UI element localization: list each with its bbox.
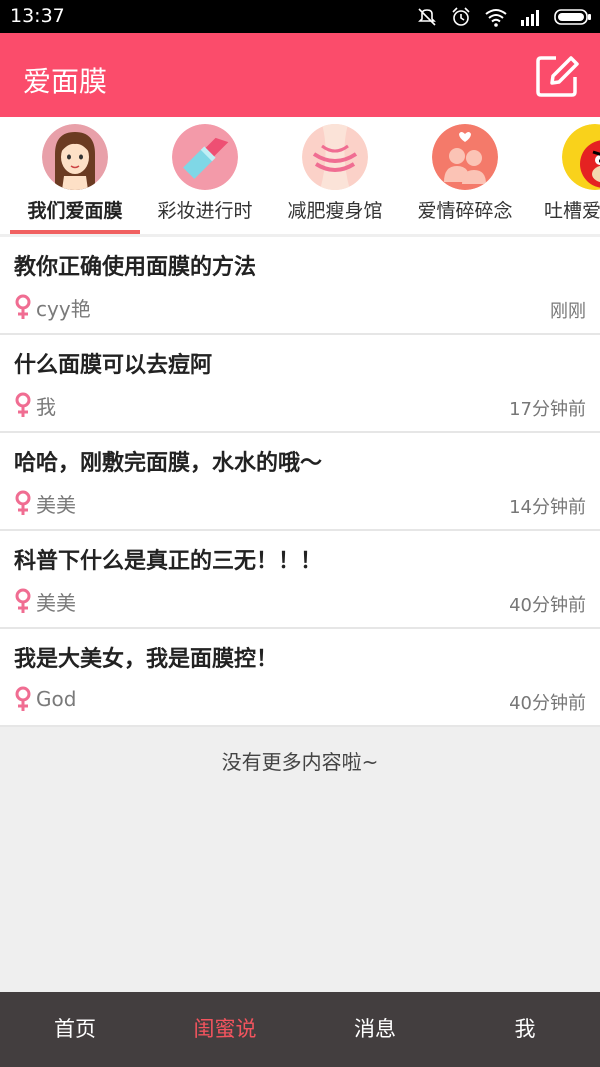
tab-makeup[interactable]: 彩妆进行时 [140,117,270,234]
female-icon [15,490,31,515]
status-bar: 13:37 [0,0,600,33]
author-name: 美美 [36,492,76,517]
list-item[interactable]: 什么面膜可以去痘阿 我 17分钟前 [0,335,600,433]
post-time: 40分钟前 [509,595,586,616]
battery-icon [554,9,591,25]
post-title: 哈哈，刚敷完面膜，水水的哦～ [14,451,323,476]
status-time: 13:37 [10,5,65,27]
post-author: cyy艳 [14,294,91,321]
female-icon [15,294,31,319]
active-tab-indicator [10,230,140,234]
couple-icon [432,124,498,190]
status-icons [416,5,592,29]
female-icon [15,588,31,613]
mute-icon [418,8,436,26]
tab-label: 爱情碎碎念 [417,200,513,222]
post-time: 14分钟前 [509,497,586,518]
app-bar: 爱面膜 [0,33,600,117]
list-item[interactable]: 科普下什么是真正的三无！！！ 美美 40分钟前 [0,531,600,629]
post-author: 美美 [14,490,76,517]
tab-label: 彩妆进行时 [157,200,253,222]
author-name: 美美 [36,590,76,615]
waist-measure-icon [302,124,368,190]
nav-home[interactable]: 首页 [0,992,150,1067]
compose-icon[interactable] [534,53,580,99]
tab-label: 减肥瘦身馆 [287,200,383,222]
tab-love[interactable]: 爱情碎碎念 [400,117,530,234]
wifi-icon [485,9,507,27]
end-of-list-message: 没有更多内容啦~ [221,750,379,774]
angry-bird-icon [562,124,600,190]
signal-icon [521,10,539,26]
nav-me[interactable]: 我 [450,992,600,1067]
post-author: 美美 [14,588,76,615]
alarm-icon [452,7,470,26]
post-title: 教你正确使用面膜的方法 [14,255,257,280]
author-name: God [36,687,77,711]
post-title: 我是大美女，我是面膜控！ [14,647,279,672]
tab-masks[interactable]: 我们爱面膜 [10,117,140,234]
category-tabs: 我们爱面膜 彩妆进行时 减肥瘦身馆 爱情碎碎念 吐槽爱 [0,117,600,234]
tab-label: 我们爱面膜 [27,200,123,222]
author-name: 我 [36,394,56,419]
post-time: 17分钟前 [509,399,586,420]
female-icon [15,392,31,417]
author-name: cyy艳 [36,296,91,321]
post-title: 科普下什么是真正的三无！！！ [14,549,323,574]
nav-bestie-talk[interactable]: 闺蜜说 [150,992,300,1067]
post-list: 教你正确使用面膜的方法 cyy艳 刚刚 什么面膜可以去痘阿 我 17分钟前 哈哈… [0,237,600,727]
list-item[interactable]: 教你正确使用面膜的方法 cyy艳 刚刚 [0,237,600,335]
nav-messages[interactable]: 消息 [300,992,450,1067]
girl-avatar-icon [42,124,108,190]
post-author: God [14,686,76,712]
bottom-nav: 首页 闺蜜说 消息 我 [0,992,600,1067]
post-time: 刚刚 [550,301,586,322]
tab-label: 吐槽爱 [544,200,600,222]
tab-complain[interactable]: 吐槽爱 [530,117,600,234]
post-title: 什么面膜可以去痘阿 [14,353,213,378]
lipstick-icon [172,124,238,190]
list-item[interactable]: 哈哈，刚敷完面膜，水水的哦～ 美美 14分钟前 [0,433,600,531]
female-icon [15,686,31,711]
app-title: 爱面膜 [23,65,108,98]
post-author: 我 [14,392,56,419]
list-item[interactable]: 我是大美女，我是面膜控！ God 40分钟前 [0,629,600,727]
post-time: 40分钟前 [509,693,586,714]
tab-slimming[interactable]: 减肥瘦身馆 [270,117,400,234]
